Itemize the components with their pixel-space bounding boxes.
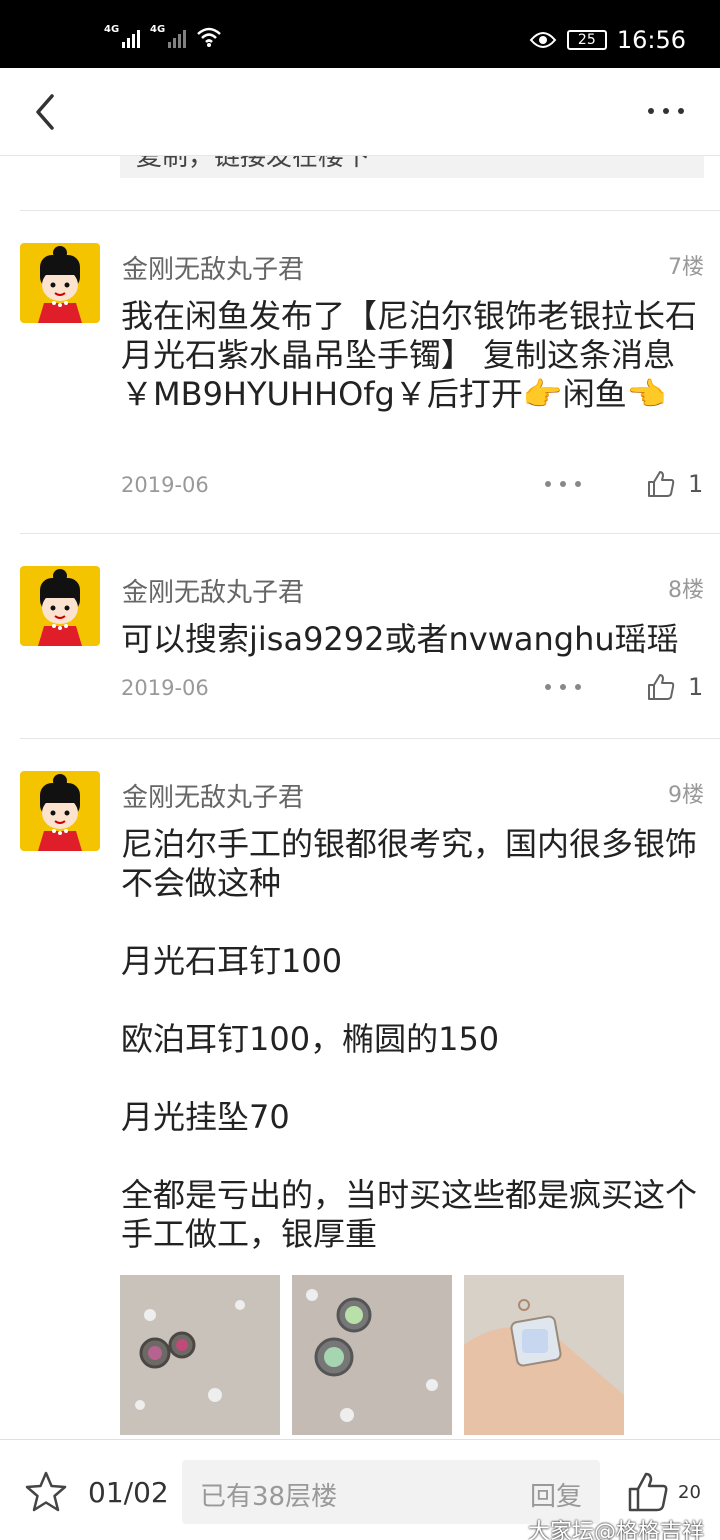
post-content: 尼泊尔手工的银都很考究，国内很多银饰不会做这种 月光石耳钉100 欧泊耳钉100… bbox=[121, 825, 698, 1253]
post-content: 我在闲鱼发布了【尼泊尔银饰老银拉长石月光石紫水晶吊坠手镯】 复制这条消息￥MB9… bbox=[121, 297, 698, 413]
bottom-action-bar: 01/02 已有38层楼 回复 20 大家坛@格格吉祥 bbox=[0, 1439, 720, 1540]
photo-moonstone-earrings[interactable] bbox=[120, 1275, 280, 1435]
post-more-icon[interactable] bbox=[545, 481, 581, 487]
floor-number: 8楼 bbox=[668, 578, 704, 603]
avatar[interactable] bbox=[20, 566, 100, 646]
battery-icon: 25 bbox=[566, 30, 607, 50]
thumbs-up-icon[interactable] bbox=[626, 1470, 670, 1514]
photo-opal-earrings[interactable] bbox=[292, 1275, 452, 1435]
post-content: 可以搜索jisa9292或者nvwanghu瑶瑶 bbox=[121, 620, 679, 658]
post-date: 2019-06 bbox=[121, 473, 209, 497]
network-type-label: 4G bbox=[104, 24, 120, 35]
avatar[interactable] bbox=[20, 243, 100, 323]
signal-icon: 4G bbox=[150, 24, 186, 48]
photo-moonstone-pendant[interactable] bbox=[464, 1275, 624, 1435]
username[interactable]: 金刚无敌丸子君 bbox=[122, 572, 304, 609]
post-date: 2019-06 bbox=[121, 676, 209, 700]
clock: 16:56 bbox=[616, 26, 686, 54]
back-arrow-icon[interactable] bbox=[28, 90, 68, 134]
quoted-text-strip: 复制，链接发在楼下 bbox=[120, 156, 704, 178]
reply-button[interactable]: 回复 bbox=[530, 1476, 582, 1513]
divider bbox=[20, 738, 720, 739]
divider bbox=[20, 210, 720, 211]
more-options-icon[interactable] bbox=[648, 108, 684, 114]
signal-icon: 4G bbox=[104, 24, 140, 48]
username[interactable]: 金刚无敌丸子君 bbox=[122, 249, 304, 286]
divider bbox=[20, 533, 720, 534]
username[interactable]: 金刚无敌丸子君 bbox=[122, 777, 304, 814]
like-count: 1 bbox=[688, 673, 704, 701]
eye-icon bbox=[529, 32, 557, 48]
star-icon[interactable] bbox=[24, 1470, 68, 1514]
avatar[interactable] bbox=[20, 771, 100, 851]
signal-group: 4G 4G bbox=[104, 24, 222, 48]
photo-gallery bbox=[120, 1275, 624, 1435]
watermark: 大家坛@格格吉祥 bbox=[527, 1520, 704, 1540]
floor-number: 7楼 bbox=[668, 255, 704, 280]
top-nav-bar bbox=[0, 68, 720, 156]
wifi-icon bbox=[197, 27, 221, 47]
reply-placeholder: 已有38层楼 bbox=[200, 1482, 338, 1512]
floor-number: 9楼 bbox=[668, 783, 704, 808]
like-count: 1 bbox=[688, 470, 704, 498]
quoted-text: 复制，链接发在楼下 bbox=[136, 156, 371, 172]
thumbs-up-icon[interactable] bbox=[646, 469, 676, 499]
network-type-label: 4G bbox=[150, 24, 166, 35]
thumbs-up-icon[interactable] bbox=[646, 672, 676, 702]
total-like-count: 20 bbox=[678, 1482, 701, 1503]
post-more-icon[interactable] bbox=[545, 684, 581, 690]
status-bar: 4G 4G 25 16:56 bbox=[0, 0, 720, 68]
page-indicator[interactable]: 01/02 bbox=[88, 1476, 169, 1509]
